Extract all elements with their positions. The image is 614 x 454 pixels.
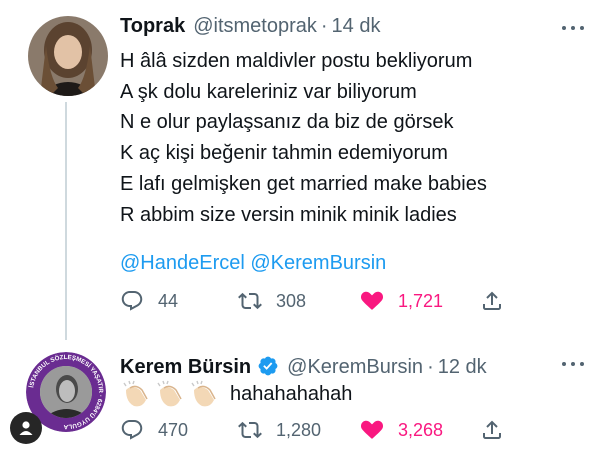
separator-dot: · xyxy=(427,356,434,378)
author-handle[interactable]: @KeremBursin xyxy=(287,356,423,379)
share-button[interactable] xyxy=(480,289,504,313)
mention-link-hande[interactable]: @HandeErcel xyxy=(120,252,245,274)
retweet-count: 308 xyxy=(276,290,307,311)
tweet-timestamp[interactable]: 14 dk xyxy=(332,15,381,38)
separator-dot: · xyxy=(320,15,328,37)
author-name[interactable]: Kerem Bürsin xyxy=(120,356,251,379)
reply-count: 470 xyxy=(158,419,189,440)
avatar-photo xyxy=(28,16,108,96)
tweet-toprak[interactable]: Toprak @itsmetoprak · 14 dk H âlâ sizden… xyxy=(0,0,614,340)
tweet-header: Kerem Bürsin @KeremBursin · 12 dk xyxy=(120,351,487,379)
reply-button[interactable]: 44 xyxy=(120,289,178,313)
tweet-actions: 470 1,280 3,268 xyxy=(120,418,520,446)
heart-icon xyxy=(360,420,384,439)
reply-text: hahahahahah xyxy=(230,382,353,405)
tweet-kerem[interactable]: İSTANBUL SÖZLEŞMESİ YAŞATIR · 6284'Ü UYG… xyxy=(0,340,614,454)
tweet-actions: 44 308 1,721 xyxy=(120,289,520,317)
profile-icon xyxy=(19,421,33,435)
tweet-line: R abbim size versin minik minik ladies xyxy=(120,203,457,226)
like-count: 1,721 xyxy=(398,290,444,311)
share-button[interactable] xyxy=(480,418,504,442)
tweet-line: N e olur paylaşsanız da biz de görsek xyxy=(120,111,454,134)
tweet-text: H âlâ sizden maldivler postu bekliyorum … xyxy=(120,46,487,230)
avatar-toprak[interactable] xyxy=(28,16,108,96)
clapping-hands-icon xyxy=(191,380,216,407)
reply-icon xyxy=(121,291,143,311)
tweet-line: H âlâ sizden maldivler postu bekliyorum xyxy=(120,50,473,72)
reply-button[interactable]: 470 xyxy=(120,418,188,442)
clapping-hands-icon xyxy=(157,380,182,407)
reply-count: 44 xyxy=(158,290,179,311)
heart-icon xyxy=(360,291,384,310)
tweet-text: hahahahahah xyxy=(120,378,352,410)
retweet-icon xyxy=(238,292,262,310)
tweet-timestamp[interactable]: 12 dk xyxy=(438,356,487,379)
clapping-hands-icon xyxy=(123,380,148,407)
verified-icon xyxy=(258,356,278,376)
mentions: @HandeErcel @KeremBursin xyxy=(120,252,386,275)
like-count: 3,268 xyxy=(398,419,444,440)
retweet-icon xyxy=(238,421,262,439)
tweet-line: E lafı gelmişken get married make babies xyxy=(120,172,487,195)
author-handle[interactable]: @itsmetoprak xyxy=(193,15,317,38)
share-icon xyxy=(483,420,501,439)
like-button[interactable]: 3,268 xyxy=(360,418,443,442)
tweet-line: K aç kişi beğenir tahmin edemiyorum xyxy=(120,142,448,165)
retweet-count: 1,280 xyxy=(276,419,322,440)
retweet-button[interactable]: 1,280 xyxy=(238,418,321,442)
reply-icon xyxy=(121,420,143,440)
author-name[interactable]: Toprak xyxy=(120,15,185,38)
retweet-button[interactable]: 308 xyxy=(238,289,306,313)
mention-link-kerem[interactable]: @KeremBursin xyxy=(250,252,386,274)
tweet-line: A şk dolu kareleriniz var biliyorum xyxy=(120,80,417,103)
profile-button[interactable] xyxy=(10,412,42,444)
share-icon xyxy=(483,291,501,310)
more-icon[interactable] xyxy=(562,24,584,32)
tweet-header: Toprak @itsmetoprak · 14 dk xyxy=(120,15,380,38)
more-icon[interactable] xyxy=(562,360,584,368)
like-button[interactable]: 1,721 xyxy=(360,289,443,313)
